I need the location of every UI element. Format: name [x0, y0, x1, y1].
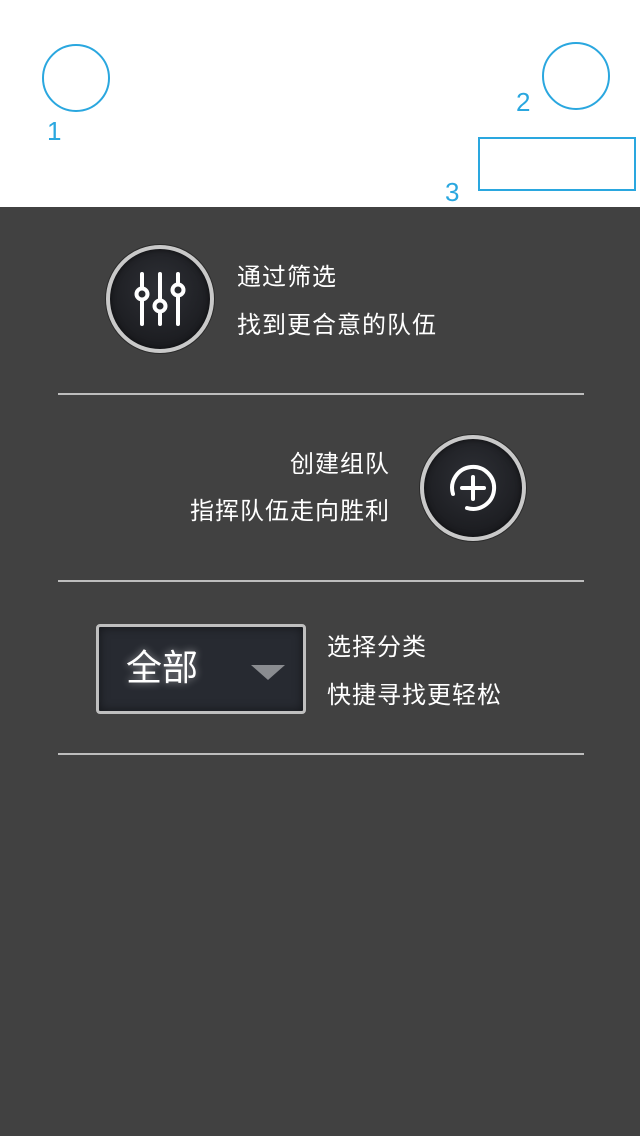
highlight-rect-3[interactable] — [478, 137, 636, 191]
marker-3: 3 — [445, 177, 460, 207]
marker-1: 1 — [47, 116, 62, 146]
dropdown-selected-value: 全部 — [126, 648, 199, 689]
filter-tip-line1: 通过筛选 — [237, 263, 337, 291]
highlight-area: 1 2 3 — [0, 0, 640, 207]
highlight-circle-2[interactable] — [542, 42, 610, 110]
guide-overlay[interactable]: 通过筛选 找到更合意的队伍 创建组队 指挥队伍走向胜利 全部 选择分类 快捷寻找… — [0, 207, 640, 1136]
category-tip-line1: 选择分类 — [327, 633, 427, 661]
filter-button[interactable] — [106, 245, 214, 353]
divider — [58, 580, 584, 582]
category-tip-line2: 快捷寻找更轻松 — [327, 681, 502, 709]
divider — [58, 393, 584, 395]
marker-2: 2 — [516, 87, 531, 117]
filter-tip-line2: 找到更合意的队伍 — [237, 311, 437, 339]
sliders-icon — [134, 272, 186, 326]
plus-circle-icon — [450, 464, 497, 511]
create-team-tip-line2: 指挥队伍走向胜利 — [190, 497, 390, 525]
create-team-button[interactable] — [420, 435, 526, 541]
highlight-circle-1[interactable] — [42, 44, 110, 112]
divider — [58, 753, 584, 755]
guide-screen: 1 2 3 通过筛选 找到更合意的队伍 创建组队 指挥队伍走向胜利 全部 选择分… — [0, 0, 640, 1136]
create-team-tip-line1: 创建组队 — [290, 450, 390, 478]
chevron-down-icon — [251, 665, 285, 680]
category-dropdown[interactable]: 全部 — [96, 624, 306, 714]
